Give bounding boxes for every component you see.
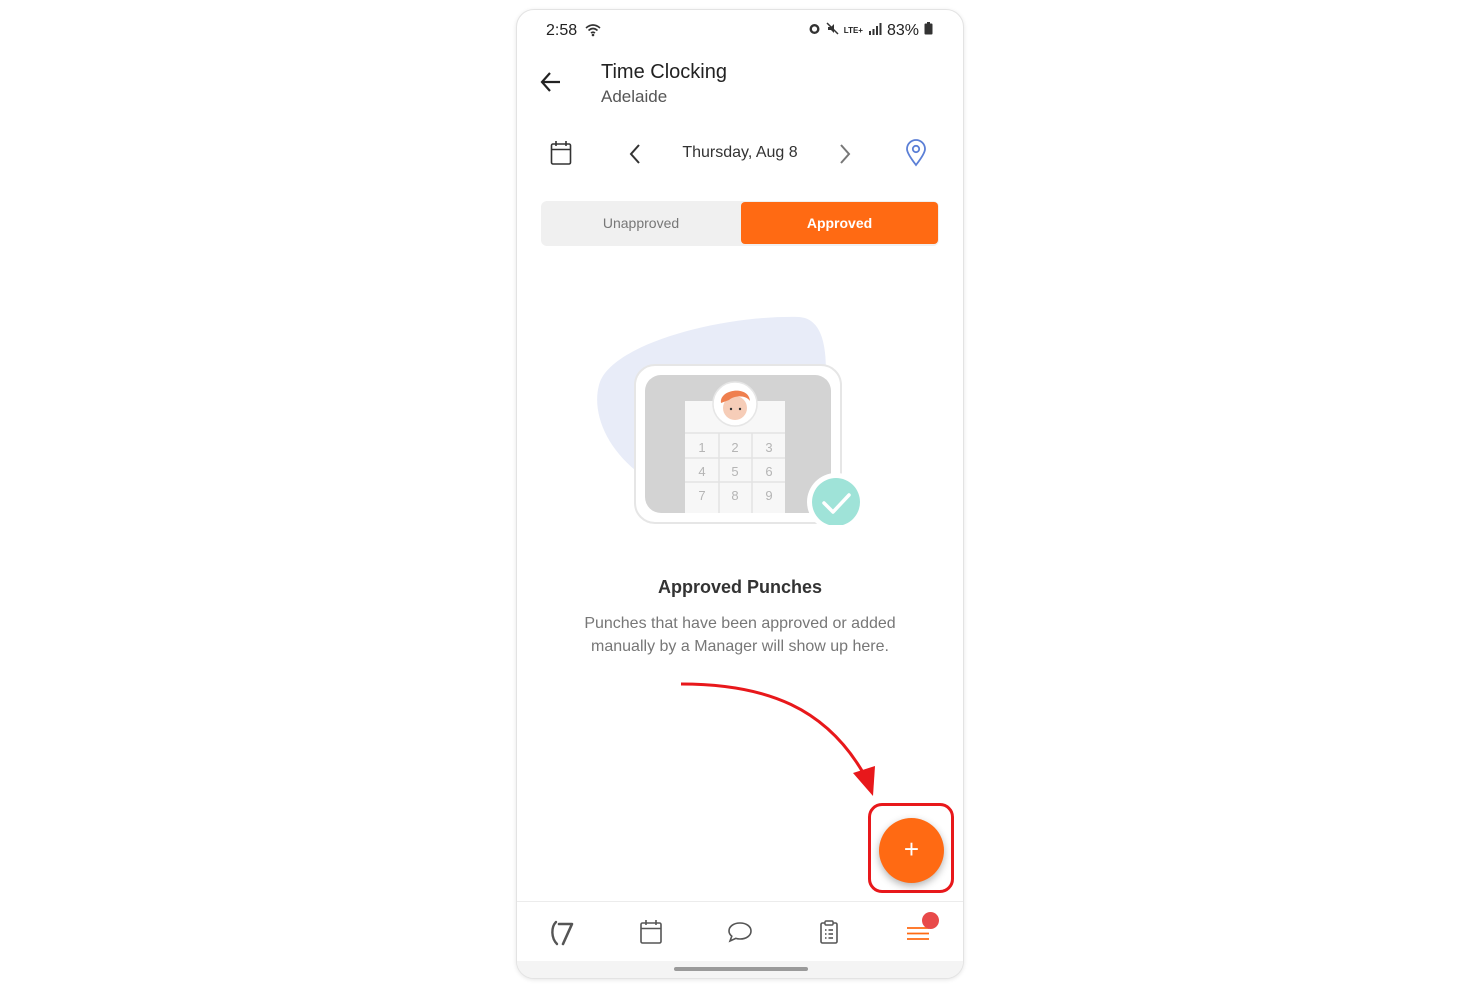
notification-badge: [922, 912, 939, 929]
nav-schedule[interactable]: [637, 918, 665, 946]
mute-icon: [826, 22, 839, 40]
empty-state-title: Approved Punches: [657, 577, 823, 597]
calendar-icon: [550, 141, 572, 165]
alarm-icon: [808, 22, 821, 40]
keypad-key: 3: [765, 440, 772, 455]
date-navigation: Thursday, Aug 8: [517, 134, 963, 174]
annotation-arrow: [680, 682, 875, 796]
empty-state-illustration: 1 2 3 4 5 6 7 8 9: [589, 305, 869, 531]
tab-unapproved[interactable]: Unapproved: [541, 201, 741, 246]
keypad-key: 8: [731, 488, 738, 503]
keypad-key: 2: [731, 440, 738, 455]
nav-messages[interactable]: [726, 918, 754, 946]
chat-bubble-icon: [728, 922, 752, 943]
empty-state-description: Punches that have been approved or added…: [584, 615, 896, 655]
network-label: LTE+: [843, 26, 863, 35]
location-button[interactable]: [905, 139, 927, 167]
chevron-right-icon: [840, 144, 851, 164]
bottom-navigation: [517, 901, 963, 962]
app-header: Time Clocking Adelaide: [517, 50, 963, 120]
phone-screen: 2:58 LTE+ 83% Time Clocking Adelaide Thu…: [516, 9, 964, 979]
clipboard-icon: [820, 920, 838, 944]
calendar-picker-button[interactable]: [550, 140, 572, 166]
nav-tasks[interactable]: [815, 918, 843, 946]
keypad-key: 1: [698, 440, 705, 455]
keypad-key: 7: [698, 488, 705, 503]
page-subtitle: Adelaide: [601, 87, 668, 106]
previous-day-button[interactable]: [625, 142, 645, 166]
calendar-icon: [640, 920, 662, 944]
system-nav-area: [517, 961, 963, 978]
approval-tabs: Unapproved Approved: [541, 201, 939, 246]
keypad-key: 9: [765, 488, 772, 503]
chevron-left-icon: [629, 144, 640, 164]
arrow-left-icon: [540, 72, 560, 92]
nav-home[interactable]: [548, 918, 576, 946]
keypad-key: 4: [698, 464, 705, 479]
home-logo-icon: [551, 920, 574, 946]
location-pin-icon: [906, 139, 926, 167]
battery-percent: 83%: [886, 22, 919, 39]
keypad-key: 5: [731, 464, 738, 479]
status-time: 2:58: [546, 22, 578, 39]
status-bar: 2:58 LTE+ 83%: [517, 10, 963, 50]
home-indicator[interactable]: [674, 967, 808, 971]
wifi-icon: [585, 23, 601, 42]
next-day-button[interactable]: [835, 142, 855, 166]
status-icons: LTE+ 83%: [808, 22, 933, 40]
keypad-key: 6: [765, 464, 772, 479]
add-punch-button[interactable]: +: [879, 818, 944, 883]
signal-icon: [868, 22, 882, 40]
page-title: Time Clocking: [601, 61, 727, 83]
back-button[interactable]: [537, 68, 565, 96]
tab-approved[interactable]: Approved: [741, 202, 938, 244]
current-date: Thursday, Aug 8: [682, 144, 798, 161]
battery-icon: [924, 22, 933, 40]
